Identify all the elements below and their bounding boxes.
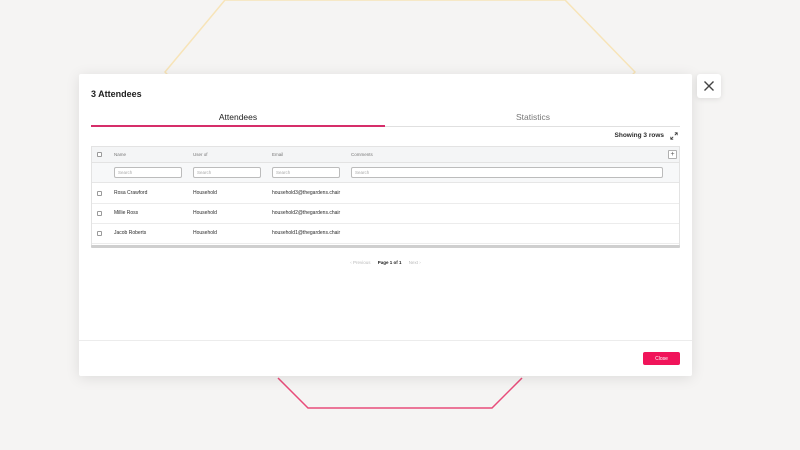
- close-modal-button[interactable]: [697, 74, 721, 98]
- next-page-button[interactable]: Next ›: [409, 260, 421, 265]
- column-header-comments[interactable]: Comments: [351, 152, 373, 157]
- tab-divider: [385, 126, 680, 127]
- add-column-button[interactable]: +: [668, 150, 677, 159]
- email-filter-input[interactable]: [272, 167, 340, 178]
- horizontal-scrollbar[interactable]: [91, 245, 680, 248]
- cell-email: household1@thegardens.chair: [272, 230, 341, 236]
- footer-divider: [79, 340, 692, 341]
- name-filter-input[interactable]: [114, 167, 182, 178]
- cell-name: Rosa Crawford: [114, 190, 148, 196]
- cell-name: Millie Ross: [114, 210, 139, 216]
- grid-header: Name User of Email Comments +: [92, 147, 679, 163]
- pagination: ‹ Previous Page 1 of 1 Next ›: [79, 260, 692, 270]
- column-header-name[interactable]: Name: [114, 152, 126, 157]
- row-checkbox[interactable]: [97, 211, 102, 216]
- column-header-email[interactable]: Email: [272, 152, 283, 157]
- comments-filter-input[interactable]: [351, 167, 663, 178]
- active-tab-indicator: [91, 125, 385, 127]
- table-row[interactable]: Millie Ross Household household2@thegard…: [92, 204, 679, 224]
- user-of-filter-input[interactable]: [193, 167, 261, 178]
- page-indicator: Page 1 of 1: [377, 260, 402, 265]
- attendees-modal: 3 Attendees Attendees Statistics Showing…: [79, 74, 692, 376]
- select-all-checkbox[interactable]: [97, 152, 102, 157]
- filter-row: [92, 163, 679, 183]
- cell-email: household3@thegardens.chair: [272, 190, 341, 196]
- close-button[interactable]: Close: [643, 352, 680, 365]
- expand-diagonal-icon[interactable]: [670, 132, 678, 140]
- cell-name: Jacob Roberts: [114, 230, 147, 236]
- cell-user-of: Household: [193, 230, 217, 236]
- modal-title: 3 Attendees: [91, 89, 142, 99]
- row-checkbox[interactable]: [97, 191, 102, 196]
- row-checkbox[interactable]: [97, 231, 102, 236]
- close-x-icon: [704, 81, 714, 91]
- tab-bar: Attendees Statistics: [91, 110, 680, 128]
- cell-user-of: Household: [193, 190, 217, 196]
- table-row[interactable]: Jacob Roberts Household household1@thega…: [92, 224, 679, 244]
- table-row[interactable]: Rosa Crawford Household household3@thega…: [92, 184, 679, 204]
- attendees-grid: Name User of Email Comments + Rosa Crawf…: [91, 146, 680, 246]
- cell-user-of: Household: [193, 210, 217, 216]
- column-header-user-of[interactable]: User of: [193, 152, 208, 157]
- previous-page-button[interactable]: ‹ Previous: [350, 260, 370, 265]
- cell-email: household2@thegardens.chair: [272, 210, 341, 216]
- row-count: Showing 3 rows: [614, 132, 664, 139]
